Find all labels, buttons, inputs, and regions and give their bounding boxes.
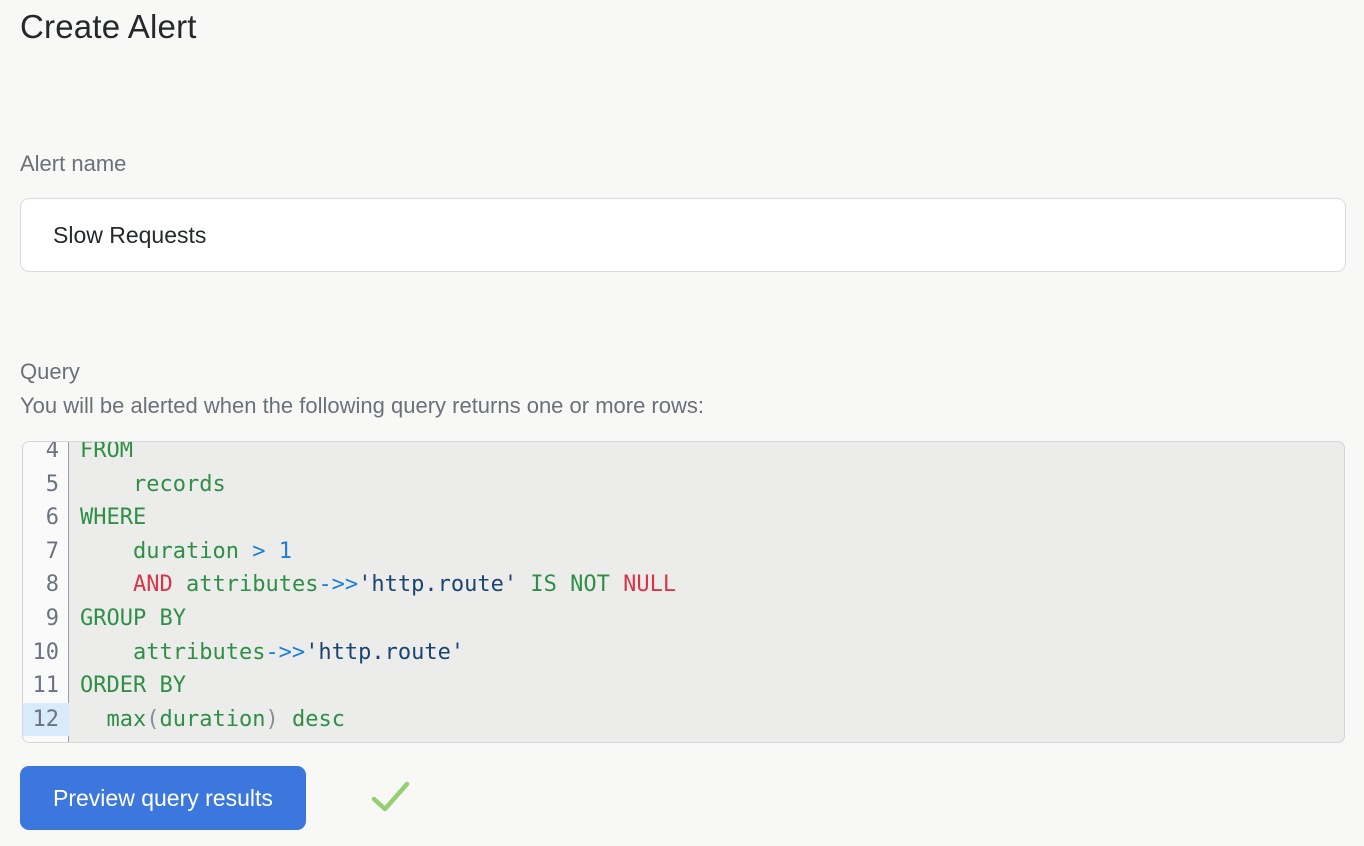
line-content: FROM <box>69 441 133 468</box>
editor-line[interactable]: 6WHERE <box>23 501 1344 535</box>
line-number: 4 <box>23 441 69 468</box>
line-number: 10 <box>23 636 69 670</box>
query-editor[interactable]: 4FROM5 records6WHERE7 duration > 18 AND … <box>22 441 1345 743</box>
editor-code-area[interactable]: 4FROM5 records6WHERE7 duration > 18 AND … <box>23 441 1344 736</box>
line-content: max(duration) desc <box>69 703 345 737</box>
line-number: 6 <box>23 501 69 535</box>
line-content: ORDER BY <box>69 669 186 703</box>
line-content: duration > 1 <box>69 535 292 569</box>
preview-query-results-button[interactable]: Preview query results <box>20 766 306 830</box>
line-number: 8 <box>23 568 69 602</box>
line-number: 9 <box>23 602 69 636</box>
query-valid-check-icon <box>371 781 411 815</box>
editor-line[interactable]: 5 records <box>23 468 1344 502</box>
line-content: records <box>69 468 226 502</box>
alert-name-label: Alert name <box>20 151 126 177</box>
line-number: 11 <box>23 669 69 703</box>
editor-line[interactable]: 9GROUP BY <box>23 602 1344 636</box>
editor-line[interactable]: 12 max(duration) desc <box>23 703 1344 737</box>
editor-line[interactable]: 8 AND attributes->>'http.route' IS NOT N… <box>23 568 1344 602</box>
line-number: 12 <box>23 703 69 737</box>
page-title: Create Alert <box>20 8 197 46</box>
query-description: You will be alerted when the following q… <box>20 389 704 423</box>
query-label: Query <box>20 355 704 389</box>
editor-line[interactable]: 10 attributes->>'http.route' <box>23 636 1344 670</box>
line-content: attributes->>'http.route' <box>69 636 464 670</box>
alert-name-input[interactable] <box>20 198 1346 272</box>
line-number: 5 <box>23 468 69 502</box>
editor-line[interactable]: 4FROM <box>23 441 1344 468</box>
query-section-header: Query You will be alerted when the follo… <box>20 355 704 423</box>
editor-line[interactable]: 7 duration > 1 <box>23 535 1344 569</box>
editor-line[interactable]: 11ORDER BY <box>23 669 1344 703</box>
line-content: AND attributes->>'http.route' IS NOT NUL… <box>69 568 676 602</box>
line-content: GROUP BY <box>69 602 186 636</box>
line-number: 7 <box>23 535 69 569</box>
line-content: WHERE <box>69 501 146 535</box>
